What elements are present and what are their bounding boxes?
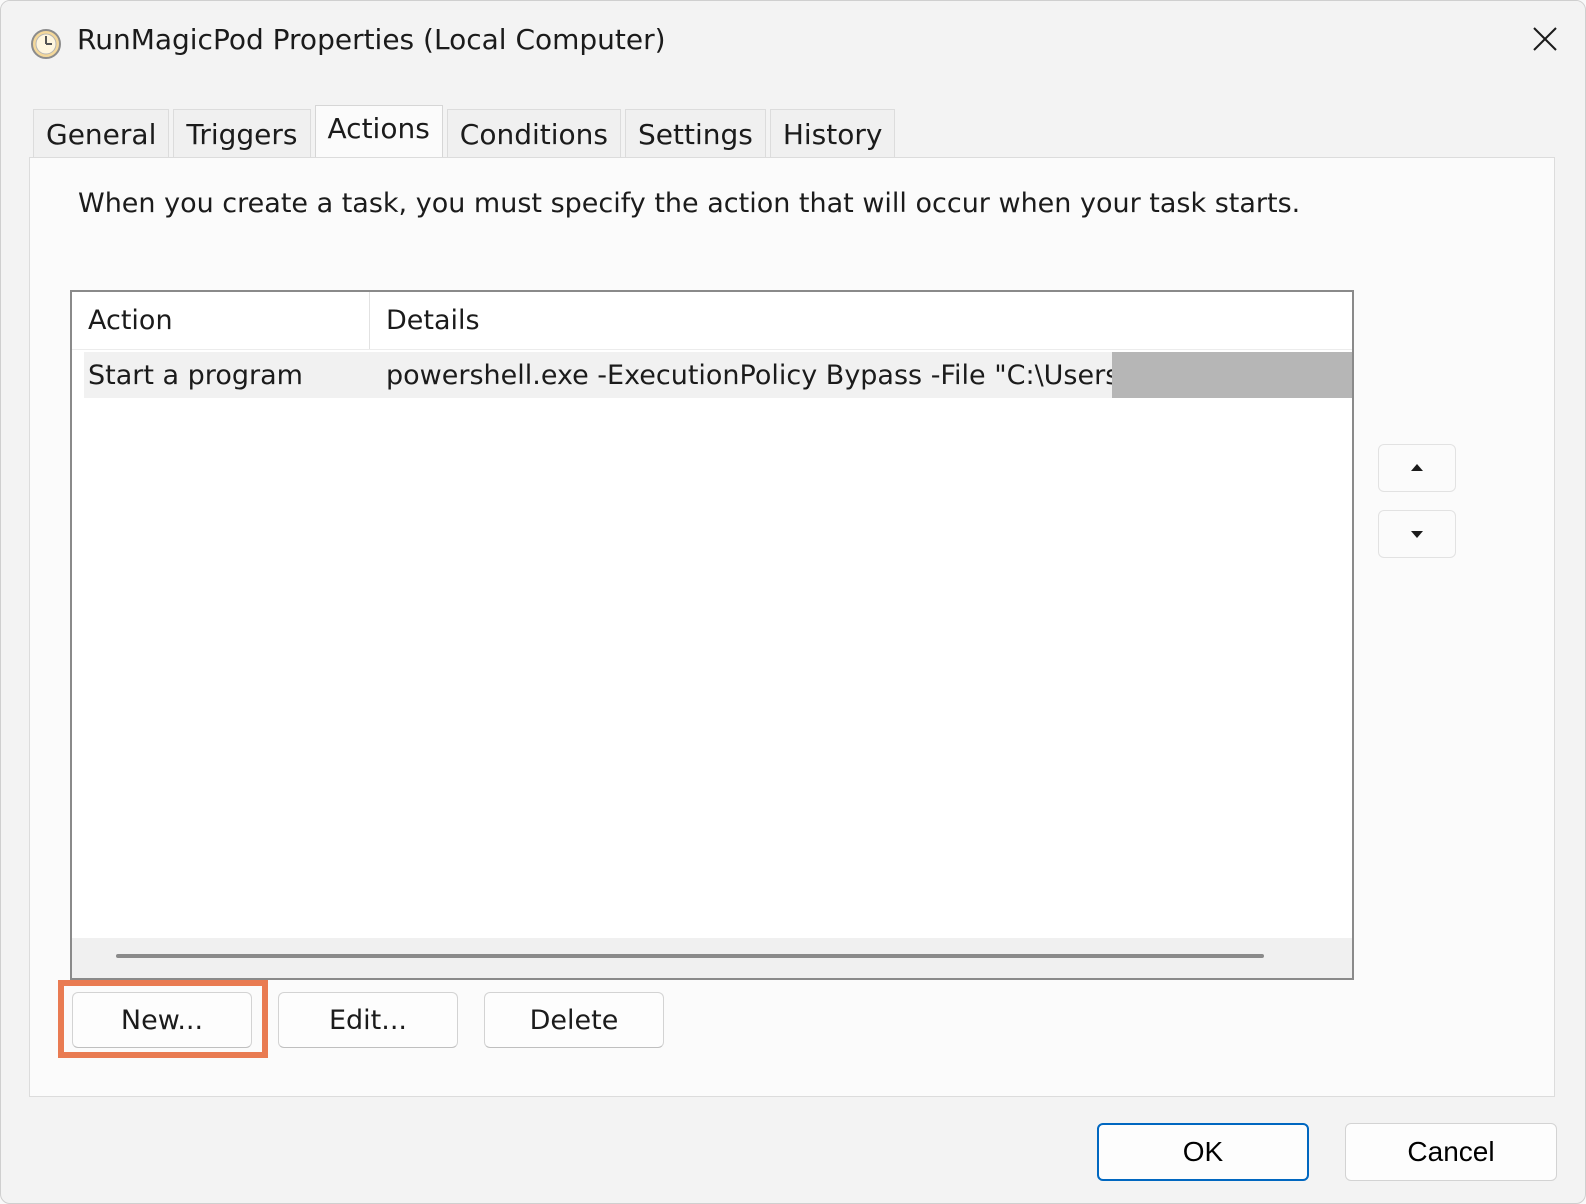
window-title: RunMagicPod Properties (Local Computer) (77, 23, 666, 56)
close-button[interactable] (1505, 1, 1585, 77)
edit-action-button[interactable]: Edit... (278, 992, 458, 1048)
row-action-cell: Start a program (88, 359, 303, 391)
table-row[interactable]: Start a program powershell.exe -Executio… (84, 352, 1352, 398)
actions-panel: When you create a task, you must specify… (29, 157, 1555, 1097)
tab-triggers[interactable]: Triggers (173, 109, 311, 159)
column-header-details[interactable]: Details (370, 292, 1352, 349)
column-header-action[interactable]: Action (72, 292, 370, 349)
delete-action-button[interactable]: Delete (484, 992, 664, 1048)
panel-description: When you create a task, you must specify… (78, 188, 1301, 219)
list-header: Action Details (72, 292, 1352, 350)
title-bar: RunMagicPod Properties (Local Computer) (1, 1, 1585, 83)
tab-actions[interactable]: Actions (314, 105, 443, 161)
tab-conditions[interactable]: Conditions (446, 109, 621, 159)
move-down-button[interactable] (1378, 510, 1456, 558)
redaction-block (1112, 352, 1352, 398)
close-icon (1533, 27, 1557, 51)
caret-down-icon (1411, 531, 1423, 538)
row-details-cell: powershell.exe -ExecutionPolicy Bypass -… (370, 352, 1352, 398)
new-action-button[interactable]: New... (72, 992, 252, 1048)
tab-settings[interactable]: Settings (625, 109, 766, 159)
move-up-button[interactable] (1378, 444, 1456, 492)
actions-list[interactable]: Action Details Start a program powershel… (70, 290, 1354, 980)
tab-history[interactable]: History (769, 109, 896, 159)
tab-strip: General Triggers Actions Conditions Sett… (33, 105, 899, 161)
horizontal-scrollbar[interactable] (72, 938, 1352, 978)
task-scheduler-clock-icon (31, 29, 61, 59)
row-details-text: powershell.exe -ExecutionPolicy Bypass -… (386, 359, 1129, 391)
scrollbar-thumb[interactable] (116, 954, 1264, 958)
cancel-button[interactable]: Cancel (1345, 1123, 1557, 1181)
caret-up-icon (1411, 464, 1423, 471)
properties-dialog: RunMagicPod Properties (Local Computer) … (0, 0, 1586, 1204)
ok-button[interactable]: OK (1097, 1123, 1309, 1181)
tab-general[interactable]: General (33, 109, 170, 159)
